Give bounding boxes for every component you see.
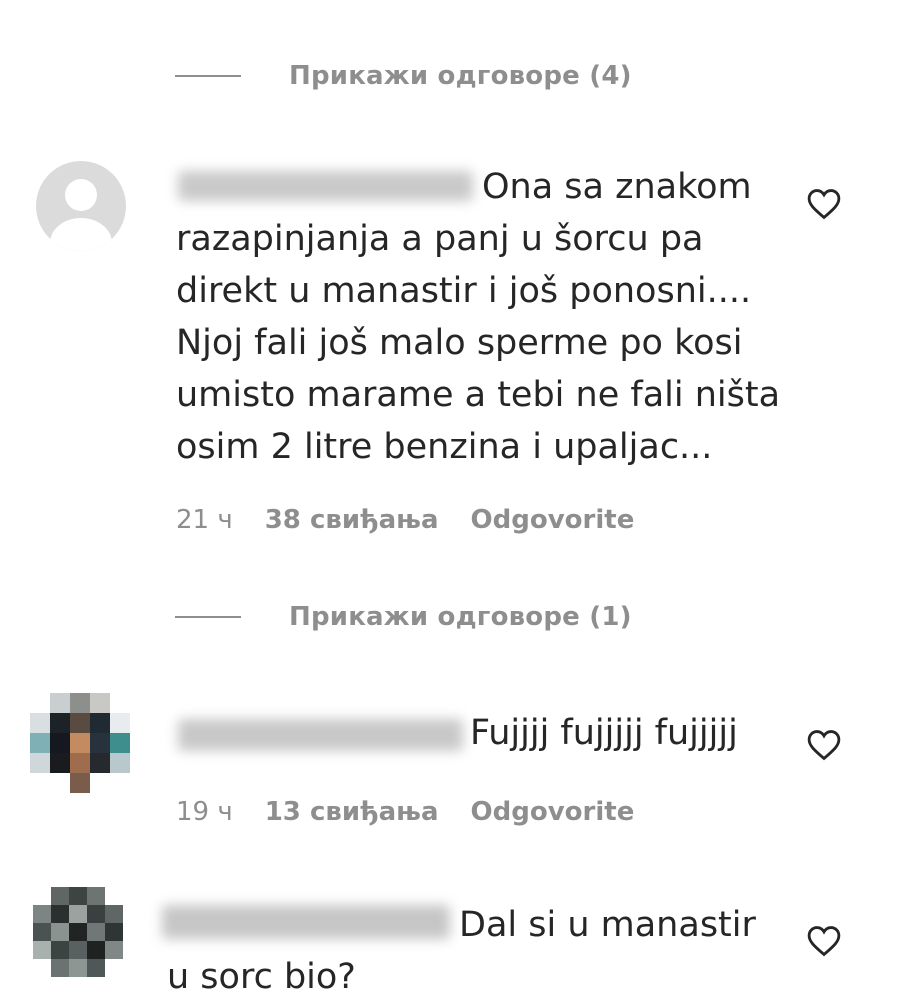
user-avatar[interactable] [33,887,123,977]
comment-likes-count[interactable]: 38 свиђања [265,505,439,535]
comment-time[interactable]: 21 ч [176,505,233,535]
view-replies-button[interactable]: Прикажи одговоре (4) [175,56,632,96]
previous-comment-cut-text: · · · [340,0,600,4]
heart-outline-icon[interactable] [807,925,841,957]
comment-likes-count[interactable]: 13 свиђања [265,797,439,827]
comment-meta: 21 ч 38 свиђања Odgovorite [176,505,634,535]
username-blurred[interactable] [178,719,463,751]
heart-outline-icon[interactable] [807,729,841,761]
view-replies-label: Прикажи одговоре (4) [289,61,632,91]
heart-outline-icon[interactable] [807,188,841,220]
comment-text: Fujjjj fujjjjj fujjjjj [470,713,738,753]
user-avatar[interactable] [30,693,130,793]
reply-button[interactable]: Odgovorite [471,505,635,535]
default-user-avatar-icon[interactable] [36,161,126,251]
comment-text: Dal si u manastir u sorc bio? [167,905,756,997]
view-replies-button[interactable]: Прикажи одговоре (1) [175,597,632,637]
view-replies-label: Прикажи одговоре (1) [289,602,632,632]
reply-button[interactable]: Odgovorite [471,797,635,827]
comment-text: Ona sa znakom razapinjanja a panj u šorc… [176,167,781,467]
comment-time[interactable]: 19 ч [176,797,233,827]
replies-divider-line [175,616,241,618]
comment-meta: 19 ч 13 свиђања Odgovorite [176,797,634,827]
replies-divider-line [175,75,241,77]
